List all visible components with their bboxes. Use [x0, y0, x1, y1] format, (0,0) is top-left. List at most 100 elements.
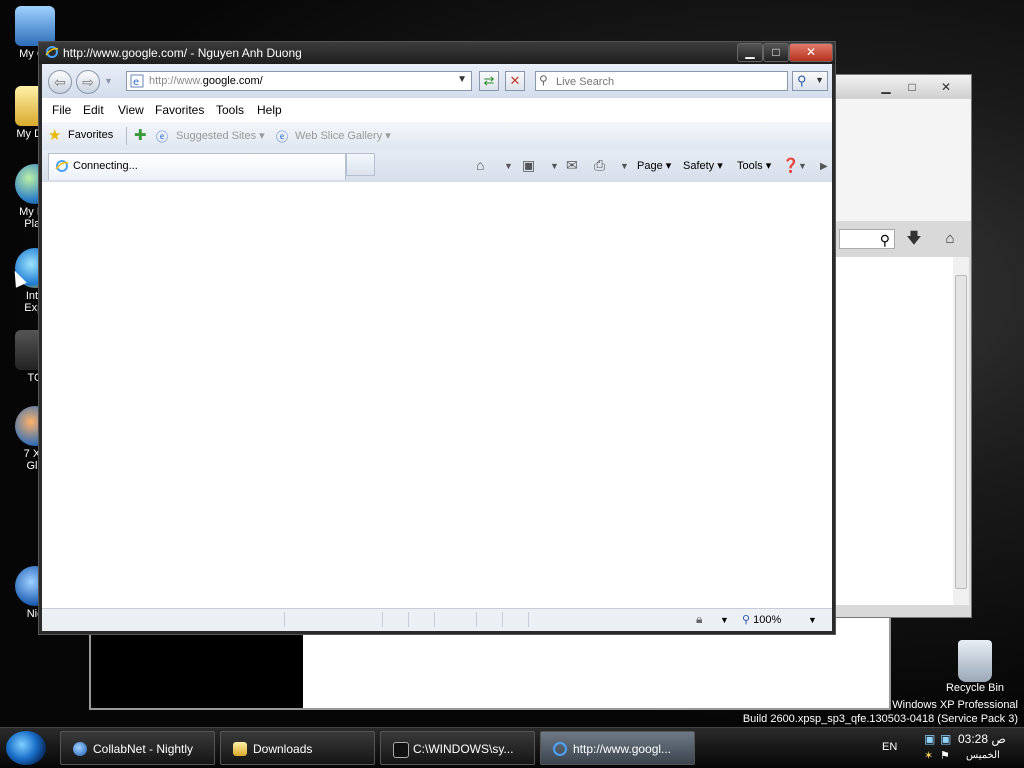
tab-current[interactable]: Connecting... [48, 153, 346, 180]
new-tab-button[interactable] [346, 153, 375, 176]
forward-button[interactable]: ⇨ [76, 70, 100, 94]
monitor-icon[interactable]: ▣ [940, 732, 951, 746]
help-dropdown-icon[interactable]: ▼ [798, 161, 807, 171]
stop-button[interactable]: ✕ [505, 71, 525, 91]
back-button[interactable]: ⇦ [48, 70, 72, 94]
close-button[interactable]: ✕ [789, 43, 833, 62]
sparkle-icon[interactable]: ✶ [924, 749, 933, 762]
taskbar-item-nightly[interactable]: CollabNet - Nightly [60, 731, 215, 765]
menu-view[interactable]: View [118, 103, 144, 117]
recycle-bin-icon[interactable]: Recycle Bin [940, 640, 1010, 694]
separator [126, 127, 127, 145]
home-icon[interactable]: ⌂ [476, 157, 484, 173]
favorites-button[interactable]: Favorites [68, 129, 113, 141]
clock-day: الخميس [966, 750, 1000, 761]
page-menu[interactable]: Page ▾ [637, 159, 671, 172]
suggested-sites-link[interactable]: Suggested Sites ▾ [176, 129, 265, 142]
menu-help[interactable]: Help [257, 103, 282, 117]
recent-pages-dropdown-icon[interactable]: ▼ [104, 76, 113, 86]
address-dropdown-icon[interactable]: ▼ [457, 74, 467, 85]
print-icon[interactable]: ⎙ [594, 157, 605, 174]
menu-favorites[interactable]: Favorites [155, 103, 204, 117]
language-indicator[interactable]: EN [882, 741, 897, 753]
chevron-right-icon[interactable]: ▶ [820, 161, 828, 172]
recycle-bin-label: Recycle Bin [945, 682, 1005, 694]
page-viewport[interactable] [42, 182, 832, 609]
clock-time[interactable]: 03:28 ص [958, 732, 1006, 746]
feeds-dropdown-icon[interactable]: ▼ [550, 161, 559, 171]
taskbar-item-downloads[interactable]: Downloads [220, 731, 375, 765]
zoom-dropdown-icon[interactable]: ▼ [808, 615, 817, 625]
menu-file[interactable]: File [52, 103, 71, 117]
search-field[interactable]: ⚲ [535, 71, 788, 91]
status-divider [434, 612, 435, 627]
svg-text:e: e [133, 77, 139, 88]
minimize-icon[interactable]: ▁ [873, 79, 899, 95]
folder-icon [233, 742, 247, 756]
address-field[interactable]: e http://www.google.com/ ▼ [126, 71, 472, 91]
protected-mode-icon[interactable]: 🔒︎ [696, 612, 702, 627]
firefox-icon [73, 742, 87, 756]
vertical-scrollbar[interactable] [953, 257, 969, 605]
search-icon[interactable]: ⚲ [839, 229, 895, 249]
search-go-button[interactable]: ⚲ ▼ [792, 71, 828, 91]
web-slice-gallery-link[interactable]: Web Slice Gallery ▾ [295, 129, 391, 142]
scrollbar-thumb[interactable] [955, 275, 967, 589]
page-icon: e [130, 74, 144, 88]
ie-window[interactable]: http://www.google.com/ - Nguyen Anh Duon… [38, 41, 836, 635]
web-slice-icon: ⓔ [276, 130, 289, 144]
taskbar-item-label: Downloads [253, 742, 313, 756]
command-bar: Connecting... ⌂ ▼ ▣ ▼ ✉ ⎙ ▼ Page ▾ Safet… [42, 150, 832, 183]
minimize-button[interactable]: ▁ [737, 43, 763, 62]
feeds-icon[interactable]: ▣ [522, 157, 535, 174]
system-tray: EN ▣ ▣ ✶ ⚑ 03:28 ص الخميس [874, 728, 1024, 768]
add-favorite-icon[interactable]: ✚ [134, 126, 147, 144]
zoom-icon: ⚲ [742, 614, 751, 626]
home-icon[interactable]: ⌂ [939, 229, 961, 249]
ie-body: ⇦ ⇨ ▼ e http://www.google.com/ ▼ ⇄ ✕ ⚲ L… [42, 64, 832, 631]
ie-icon [553, 742, 567, 756]
maximize-button[interactable]: □ [763, 43, 789, 62]
search-icon: ⚲ [539, 73, 548, 87]
security-dropdown-icon[interactable]: ▼ [720, 615, 729, 625]
os-build: Build 2600.xpsp_sp3_qfe.130503-0418 (Ser… [742, 713, 1018, 725]
safety-menu[interactable]: Safety ▾ [683, 159, 723, 172]
tab-label: Connecting... [73, 160, 138, 172]
background-browser-window[interactable]: ▁ □ ✕ ⚲ 🡇 ⌂ [834, 74, 972, 618]
tools-menu[interactable]: Tools ▾ [737, 159, 771, 172]
menu-edit[interactable]: Edit [83, 103, 104, 117]
menu-tools[interactable]: Tools [216, 103, 244, 117]
search-options-dropdown-icon[interactable]: ▼ [815, 75, 824, 85]
os-watermark: Windows XP Professional Build 2600.xpsp_… [743, 698, 1018, 726]
print-dropdown-icon[interactable]: ▼ [620, 161, 629, 171]
maximize-icon[interactable]: □ [899, 79, 925, 95]
taskbar: CollabNet - Nightly Downloads C:\WINDOWS… [0, 727, 1024, 768]
start-button[interactable] [6, 731, 46, 765]
refresh-button[interactable]: ⇄ [479, 71, 499, 91]
ie-titlebar[interactable]: http://www.google.com/ - Nguyen Anh Duon… [39, 42, 835, 64]
network-icon[interactable]: ▣ [924, 732, 935, 746]
favorites-bar: ★ Favorites ✚ ⓔ Suggested Sites ▾ ⓔ Web … [42, 122, 832, 150]
background-browser-toolbar [835, 99, 971, 221]
home-dropdown-icon[interactable]: ▼ [504, 161, 513, 171]
os-name: Windows XP Professional [892, 699, 1018, 711]
background-browser-titlebar[interactable]: ▁ □ ✕ [835, 75, 971, 99]
window-title: http://www.google.com/ - Nguyen Anh Duon… [63, 46, 302, 60]
taskbar-item-cmd[interactable]: C:\WINDOWS\sy... [380, 731, 535, 765]
trash-can-icon [958, 640, 992, 682]
taskbar-item-ie[interactable]: http://www.googl... [540, 731, 695, 765]
loading-ie-icon [55, 160, 69, 172]
status-bar: 🔒︎ ▼ ⚲ 100% ▼ [42, 608, 832, 631]
taskbar-item-label: C:\WINDOWS\sy... [413, 742, 514, 756]
console-icon [393, 742, 409, 758]
read-mail-icon[interactable]: ✉ [566, 157, 578, 174]
flag-icon[interactable]: ⚑ [940, 749, 950, 762]
address-text: http://www.google.com/ [149, 75, 263, 87]
status-divider [382, 612, 383, 627]
close-icon[interactable]: ✕ [933, 79, 959, 95]
help-icon[interactable]: ❓ [782, 157, 799, 174]
taskbar-item-label: CollabNet - Nightly [93, 742, 194, 756]
search-input[interactable] [554, 73, 783, 91]
download-arrow-icon[interactable]: 🡇 [903, 229, 925, 249]
zoom-level[interactable]: ⚲ 100% [742, 613, 781, 626]
